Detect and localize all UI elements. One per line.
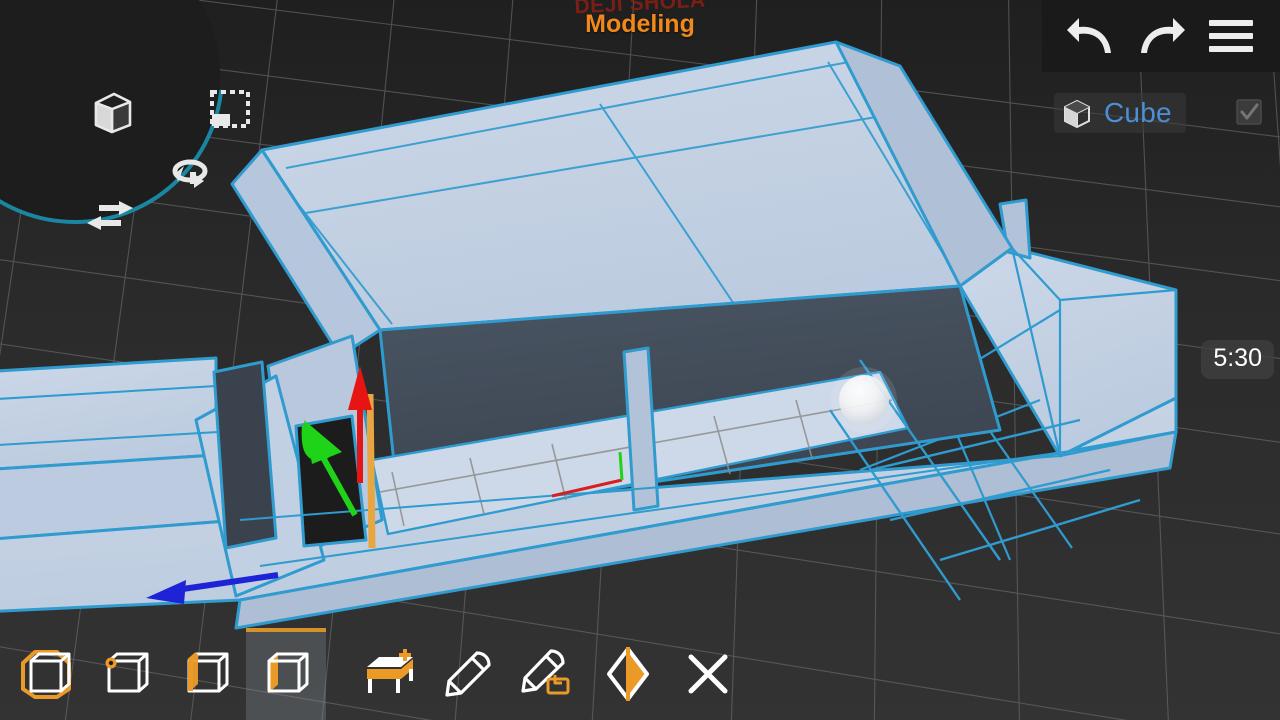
pencil-repeat-icon	[521, 649, 570, 695]
undo-icon	[1067, 18, 1111, 53]
rotate-tool-button[interactable]	[162, 148, 218, 204]
hamburger-menu-icon	[1209, 20, 1253, 52]
secondary-axis-indicator	[551, 451, 624, 498]
redo-icon	[1141, 18, 1185, 53]
extrude-icon	[367, 649, 413, 693]
cube-outline-orange-icon	[21, 650, 71, 699]
move-arrows-icon	[87, 201, 133, 230]
dashed-selection-icon	[210, 90, 250, 128]
mode-face-button[interactable]	[246, 628, 326, 720]
tool-draw-repeat-button[interactable]	[508, 628, 588, 720]
cube-icon	[1064, 99, 1090, 129]
move-tool-button[interactable]	[82, 190, 138, 246]
object-name-label: Cube	[1104, 97, 1172, 128]
redo-button[interactable]	[1133, 12, 1189, 60]
mode-vertex-button[interactable]	[86, 628, 166, 720]
cube-face-icon	[267, 651, 309, 694]
mode-edge-button[interactable]	[166, 628, 246, 720]
mode-object-button[interactable]	[6, 628, 86, 720]
close-x-icon	[688, 654, 728, 694]
gizmo-axis-y[interactable]	[301, 420, 358, 517]
cube-edge-icon	[187, 652, 229, 693]
gizmo-axis-z[interactable]	[348, 366, 372, 483]
pencil-icon	[445, 651, 491, 697]
undo-button[interactable]	[1063, 12, 1119, 60]
gizmo-axis-x[interactable]	[146, 572, 279, 604]
top-right-toolbar	[1042, 0, 1280, 72]
mirror-diamond-icon	[607, 647, 649, 701]
tool-close-button[interactable]	[668, 628, 748, 720]
object-list-item[interactable]: Cube	[1054, 93, 1186, 133]
cube-vertex-icon	[105, 652, 149, 693]
menu-button[interactable]	[1203, 12, 1259, 60]
app-root: DEJI SHOLA Modeling Cube 5:30	[0, 0, 1280, 720]
tool-draw-button[interactable]	[428, 628, 508, 720]
object-visibility-checkbox[interactable]	[1232, 96, 1266, 130]
cube-icon	[94, 92, 132, 134]
tool-mirror-button[interactable]	[588, 628, 668, 720]
bottom-toolbar	[0, 628, 1280, 720]
checkbox-checked-icon	[1236, 99, 1262, 125]
box-select-tool-button[interactable]	[202, 82, 258, 138]
timer-label: 5:30	[1201, 340, 1274, 379]
shape-tool-button[interactable]	[84, 84, 140, 140]
object-panel: Cube	[1042, 86, 1280, 140]
tool-extrude-button[interactable]	[348, 628, 428, 720]
rotate-icon	[172, 159, 208, 188]
